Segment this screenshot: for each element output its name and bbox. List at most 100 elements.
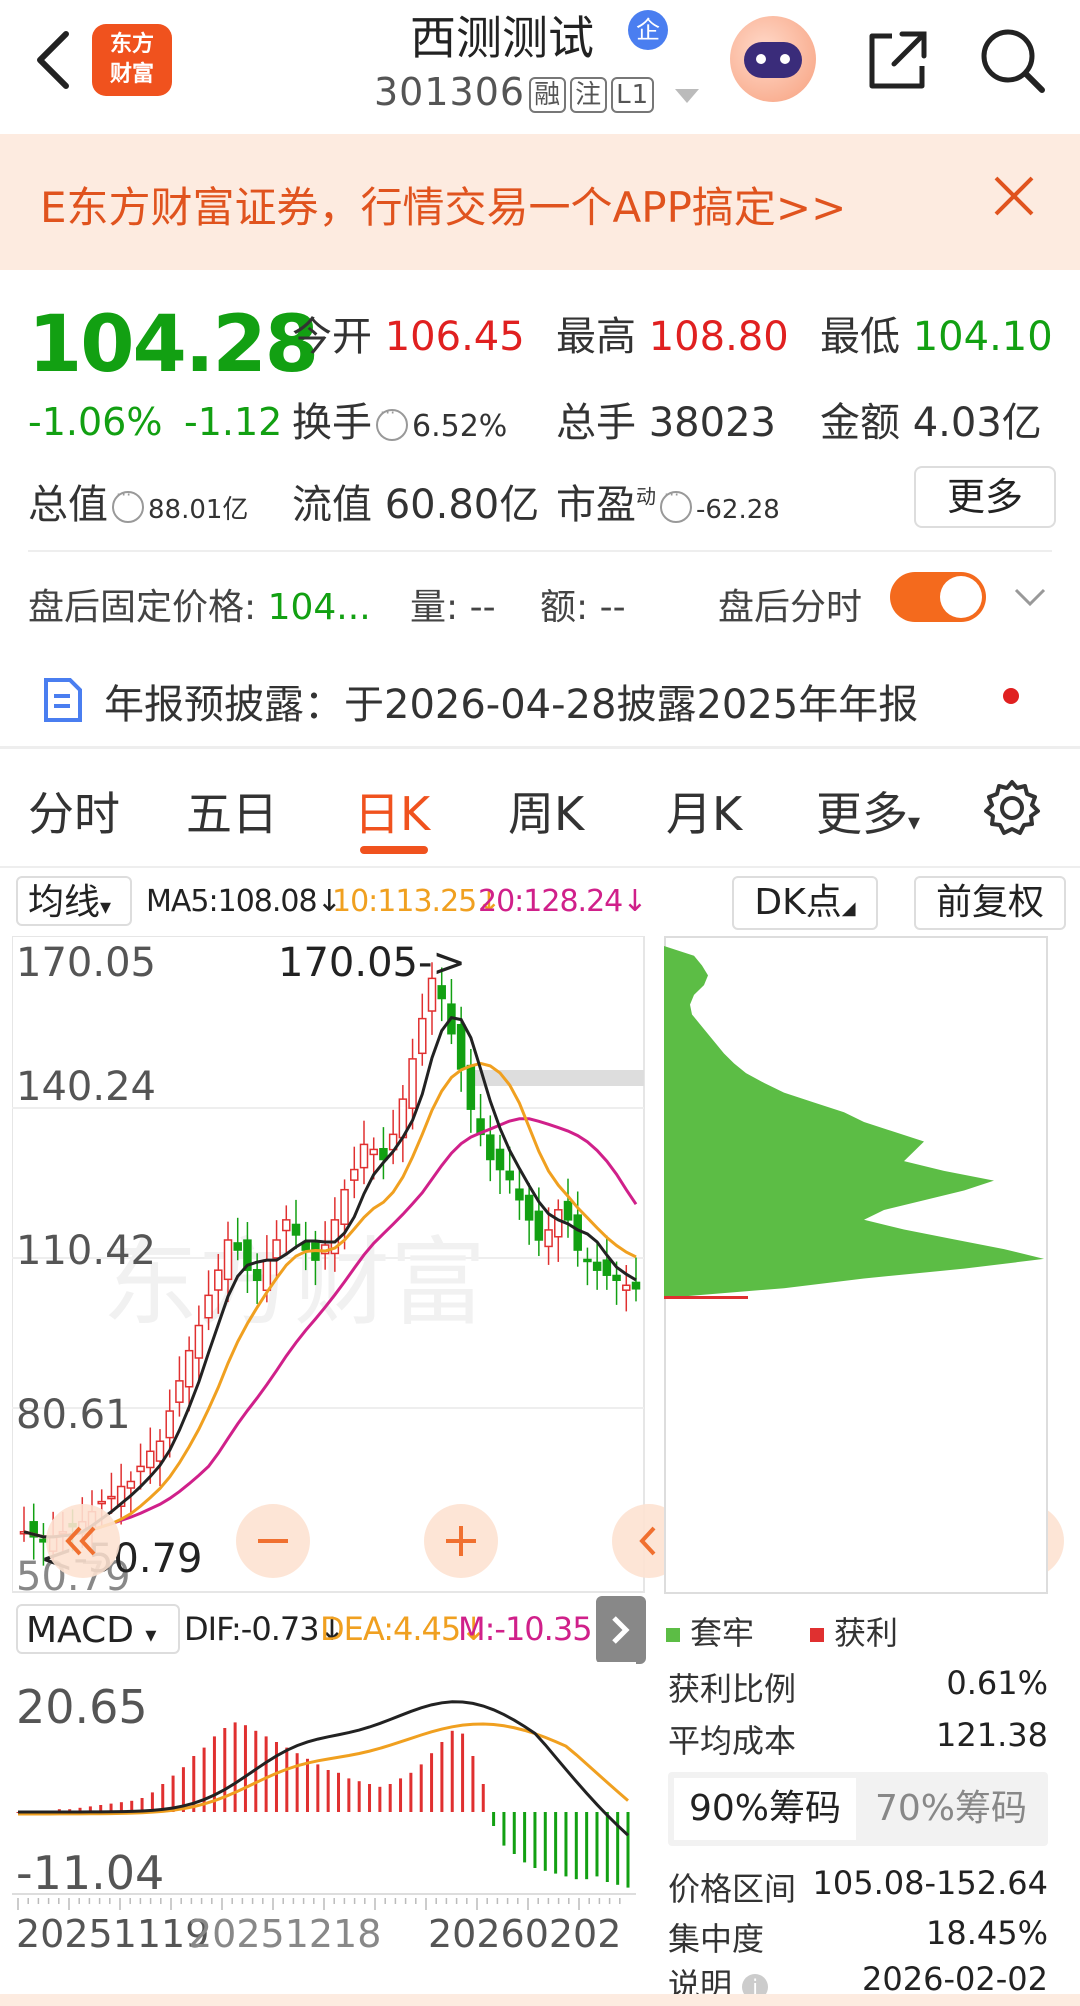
macd-bar xyxy=(543,1812,547,1871)
macd-bar xyxy=(502,1812,506,1846)
macd-bar xyxy=(626,1812,630,1888)
candle-body xyxy=(602,1259,612,1276)
annual-report-notice[interactable]: 年报预披露：于2026-04-28披露2025年年报 xyxy=(104,672,918,730)
macd-bar xyxy=(554,1812,558,1874)
candle-body xyxy=(282,1219,291,1232)
dropdown-triangle-icon: ▾ xyxy=(908,808,921,836)
chevron-right-icon xyxy=(612,1616,630,1644)
macd-bar xyxy=(481,1784,485,1812)
macd-bar xyxy=(274,1742,278,1812)
amount-stat: 金额 4.03亿 xyxy=(820,400,1042,446)
candle-body xyxy=(583,1258,592,1263)
candle-body xyxy=(175,1380,184,1403)
info-icon[interactable] xyxy=(660,485,692,523)
chevron-down-icon[interactable] xyxy=(1012,582,1048,612)
candle-body xyxy=(505,1170,514,1181)
macd-bar xyxy=(440,1742,444,1812)
avg-cost-label: 平均成本 xyxy=(668,1722,797,1760)
date-label: 20251119 xyxy=(16,1912,210,1956)
candle-body xyxy=(612,1274,621,1281)
more-stats-button[interactable]: 更多 xyxy=(914,466,1056,528)
profit-ratio-value: 0.61% xyxy=(946,1664,1048,1702)
chevron-down-icon[interactable] xyxy=(673,85,701,105)
candle-body xyxy=(563,1200,573,1221)
macd-bar xyxy=(461,1733,465,1812)
candle-body xyxy=(223,1239,233,1281)
share-icon[interactable] xyxy=(862,26,932,96)
after-hours-volume: 量: -- xyxy=(410,587,496,628)
candle-body xyxy=(486,1134,495,1161)
adjust-select-button[interactable]: 前复权 xyxy=(914,876,1066,930)
plus-icon xyxy=(446,1526,476,1556)
avg-cost-value: 121.38 xyxy=(936,1716,1048,1754)
tab-five-day[interactable]: 五日 xyxy=(186,778,278,844)
macd-bar xyxy=(264,1736,268,1812)
price-range-label: 价格区间 xyxy=(668,1870,797,1908)
macd-bar xyxy=(305,1758,309,1812)
date-label: 20260202 xyxy=(428,1912,622,1956)
candle-body xyxy=(418,1017,427,1055)
macd-bar xyxy=(378,1786,382,1812)
macd-bar xyxy=(388,1784,392,1812)
candle-body xyxy=(146,1450,155,1469)
macd-bar xyxy=(368,1784,372,1812)
volume-stat: 总手 38023 xyxy=(556,400,776,446)
scroll-left-button[interactable] xyxy=(46,1504,120,1578)
candle-body xyxy=(136,1465,145,1473)
candle-body xyxy=(631,1281,641,1290)
search-icon[interactable] xyxy=(976,24,1048,96)
indicator-switch-button[interactable] xyxy=(596,1596,646,1664)
enterprise-badge: 企 xyxy=(628,10,668,50)
macd-bar xyxy=(243,1725,247,1812)
tab-chip-70[interactable]: 70%筹码 xyxy=(858,1778,1044,1840)
dk-point-button[interactable]: DK点◢ xyxy=(732,876,878,930)
m-value: M:-10.35↑ xyxy=(458,1610,618,1648)
zoom-in-button[interactable] xyxy=(424,1504,498,1578)
tab-daily-k[interactable]: 日K xyxy=(354,778,430,844)
tab-timeshare[interactable]: 分时 xyxy=(28,778,120,844)
candle-body xyxy=(350,1168,359,1181)
info-icon[interactable] xyxy=(112,485,144,523)
macd-axis-top: 20.65 xyxy=(16,1680,148,1734)
macd-bar xyxy=(326,1770,330,1812)
tab-weekly-k[interactable]: 周K xyxy=(508,778,584,844)
open-stat: 今开 106.45 xyxy=(292,314,525,360)
macd-bar xyxy=(316,1764,320,1812)
margin-tag: 融 xyxy=(529,76,567,113)
ai-assistant-avatar[interactable] xyxy=(730,16,816,102)
info-icon[interactable] xyxy=(376,403,408,441)
bottom-bar xyxy=(0,1994,1080,2006)
macd-select[interactable]: MACD ▾ xyxy=(16,1604,180,1654)
candle-body xyxy=(622,1284,631,1291)
date-label: 20251218 xyxy=(188,1912,382,1956)
gear-icon[interactable] xyxy=(982,778,1042,838)
candle-body xyxy=(359,1143,369,1169)
after-hours-toggle[interactable] xyxy=(890,572,986,622)
promo-banner[interactable]: E东方财富证券，行情交易一个APP搞定>> xyxy=(0,134,1080,270)
ma-select[interactable]: 均线▾ xyxy=(16,876,132,926)
y-axis-label: 80.61 xyxy=(16,1392,131,1438)
tab-chip-90[interactable]: 90%筹码 xyxy=(674,1778,856,1840)
macd-bar xyxy=(399,1778,403,1812)
back-arrow-icon[interactable] xyxy=(28,28,84,92)
candle-body xyxy=(252,1269,262,1281)
date-ticks xyxy=(17,1898,621,1910)
candle-body xyxy=(524,1194,534,1221)
tab-more[interactable]: 更多▾ xyxy=(816,778,920,844)
promo-text[interactable]: E东方财富证券，行情交易一个APP搞定>> xyxy=(40,174,846,235)
legend-profit: 获利 xyxy=(810,1608,898,1654)
after-hours-amount: 额: -- xyxy=(540,587,626,628)
turnover-stat: 换手6.52% xyxy=(292,390,507,448)
watermark: 东方财富 xyxy=(102,1227,486,1339)
candle-body xyxy=(233,1242,242,1251)
divider xyxy=(0,866,1080,868)
chip-distribution-chart[interactable] xyxy=(664,936,1048,1594)
macd-bar xyxy=(337,1772,341,1812)
top-header: 东方 财富 西测测试 企 301306 融注 L1 xyxy=(0,0,1080,132)
tab-monthly-k[interactable]: 月K xyxy=(666,778,742,844)
zoom-out-button[interactable] xyxy=(236,1504,310,1578)
close-icon[interactable] xyxy=(988,170,1040,222)
float-cap-stat: 流值 60.80亿 xyxy=(292,482,540,528)
after-hours-price: 盘后固定价格: 104... xyxy=(28,587,371,628)
legend-trapped: 套牢 xyxy=(666,1608,754,1654)
